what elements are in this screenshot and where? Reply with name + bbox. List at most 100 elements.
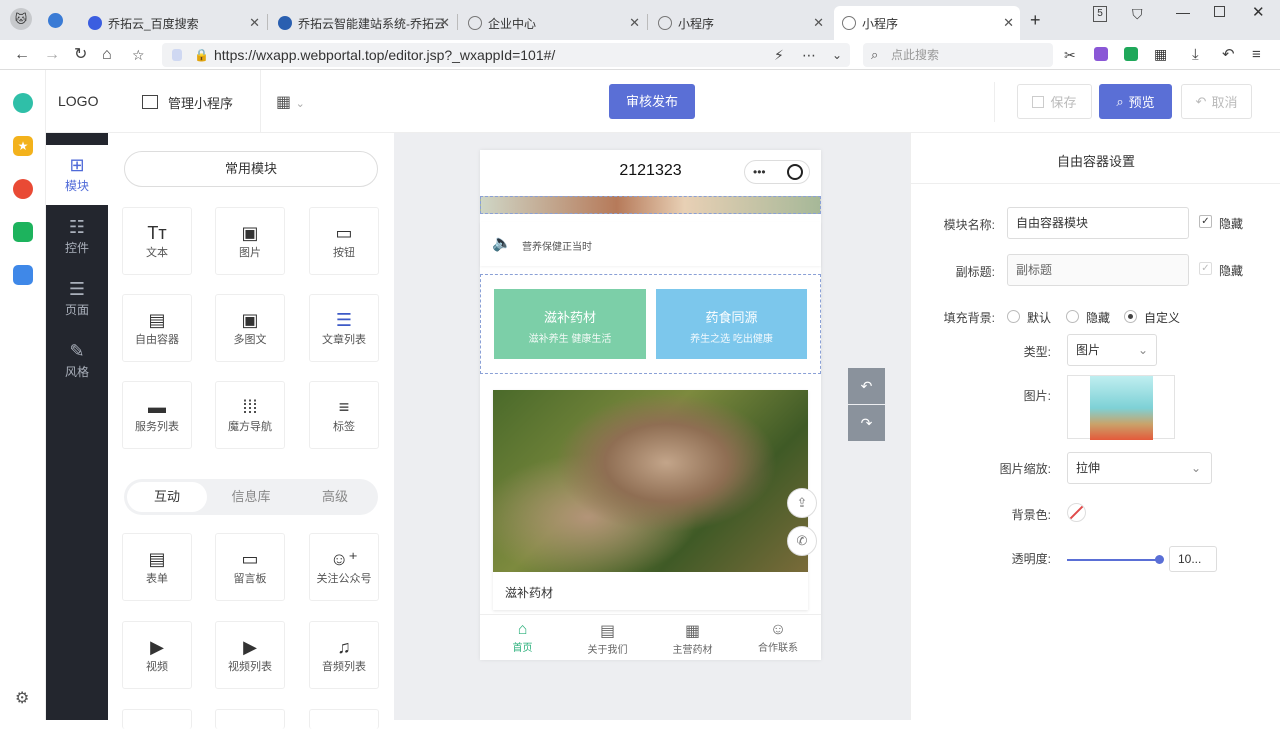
module-multi-image-text[interactable]: ▣ 多图文 xyxy=(215,294,285,362)
module-message-board[interactable]: ▭ 留言板 xyxy=(215,533,285,601)
close-icon[interactable]: ✕ xyxy=(1003,15,1014,31)
tab-info-library[interactable]: 信息库 xyxy=(211,482,291,512)
browser-tab-1[interactable]: 乔拓云_百度搜索 ✕ xyxy=(80,6,266,40)
favorites-icon[interactable]: ☆ xyxy=(132,44,145,66)
cancel-button[interactable]: ↶ 取消 xyxy=(1181,84,1252,119)
category-card-1[interactable]: 滋补药材 滋补养生 健康生活 xyxy=(494,289,646,359)
publish-button[interactable]: 审核发布 xyxy=(609,84,695,119)
undo-button[interactable]: ↶ xyxy=(848,368,885,404)
note-icon[interactable] xyxy=(13,265,33,285)
tab-about[interactable]: ▤ 关于我们 xyxy=(565,621,650,656)
mail-icon[interactable] xyxy=(13,222,33,242)
shirt-icon[interactable]: ⛉ xyxy=(1132,6,1143,23)
back-icon[interactable]: ← xyxy=(14,44,30,66)
module-name-input[interactable]: 自由容器模块 xyxy=(1007,207,1189,239)
module-partial[interactable] xyxy=(309,709,379,729)
module-image[interactable]: ▣ 图片 xyxy=(215,207,285,275)
reload-icon[interactable]: ↻ xyxy=(74,44,87,66)
background-image-picker[interactable] xyxy=(1067,375,1175,440)
free-container-selected[interactable]: 滋补药材 滋补养生 健康生活 药食同源 养生之选 吃出健康 xyxy=(480,274,821,374)
bg-default-radio[interactable] xyxy=(1007,310,1020,323)
close-icon[interactable]: ✕ xyxy=(249,15,260,31)
search-input[interactable]: ⌕ 点此搜索 xyxy=(863,43,1053,67)
bg-custom-radio[interactable] xyxy=(1124,310,1137,323)
browser-tab-5-active[interactable]: 小程序 ✕ xyxy=(834,6,1020,40)
home-icon[interactable]: ⌂ xyxy=(102,44,112,66)
window-count-badge[interactable]: 5 xyxy=(1093,6,1107,22)
bg-hide-radio[interactable] xyxy=(1066,310,1079,323)
close-icon[interactable]: ✕ xyxy=(813,15,824,31)
nav-modules[interactable]: ⊞ 模块 xyxy=(46,145,108,205)
plugin-icon[interactable] xyxy=(13,93,33,113)
module-form[interactable]: ▤ 表单 xyxy=(122,533,192,601)
module-audio-list[interactable]: ♫ 音频列表 xyxy=(309,621,379,689)
browser-tab-2[interactable]: 乔拓云智能建站系统-乔拓云 ✕ xyxy=(270,6,456,40)
new-tab-icon[interactable]: + xyxy=(1030,10,1041,31)
browser-tab-3[interactable]: 企业中心 ✕ xyxy=(460,6,646,40)
module-free-container[interactable]: ▤ 自由容器 xyxy=(122,294,192,362)
type-select[interactable]: 图片 ⌄ xyxy=(1067,334,1157,366)
module-partial[interactable] xyxy=(215,709,285,729)
save-button[interactable]: 保存 xyxy=(1017,84,1092,119)
nav-controls[interactable]: ☷ 控件 xyxy=(46,207,108,267)
module-partial[interactable] xyxy=(122,709,192,729)
tab-products[interactable]: ▦ 主营药材 xyxy=(650,621,735,656)
module-button[interactable]: ▭ 按钮 xyxy=(309,207,379,275)
module-article-list[interactable]: ☰ 文章列表 xyxy=(309,294,379,362)
common-modules-header[interactable]: 常用模块 xyxy=(124,151,378,187)
chevron-down-icon[interactable]: ⌄ xyxy=(832,44,842,66)
hide-name-checkbox[interactable]: ✓ xyxy=(1199,215,1212,228)
phone-call-icon[interactable]: ✆ xyxy=(787,526,817,556)
lightning-icon[interactable]: ⚡ xyxy=(774,44,784,66)
close-icon[interactable]: ✕ xyxy=(629,15,640,31)
tab-advanced[interactable]: 高级 xyxy=(295,482,375,512)
nav-style[interactable]: ✎ 风格 xyxy=(46,331,108,391)
window-close-icon[interactable]: ✕ xyxy=(1252,3,1265,21)
capsule-menu[interactable]: ••• xyxy=(744,160,810,184)
forward-icon[interactable]: → xyxy=(44,44,60,66)
browser-logo-icon[interactable]: 🐱 xyxy=(10,8,32,30)
maximize-icon[interactable] xyxy=(1214,6,1225,17)
nav-pages[interactable]: ☰ 页面 xyxy=(46,269,108,329)
module-video-list[interactable]: ▶ 视频列表 xyxy=(215,621,285,689)
product-card[interactable]: ⇪ ✆ 滋补药材 xyxy=(493,390,817,610)
module-video[interactable]: ▶ 视频 xyxy=(122,621,192,689)
apps-grid-icon[interactable]: ▦ xyxy=(1154,46,1167,63)
tab-home[interactable]: ⌂ 首页 xyxy=(480,621,565,654)
share-icon[interactable]: ⇪ xyxy=(787,488,817,518)
image-scale-select[interactable]: 拉伸 ⌄ xyxy=(1067,452,1212,484)
url-field[interactable]: 🔒 https://wxapp.webportal.top/editor.jsp… xyxy=(162,43,850,67)
download-icon[interactable]: ⤓ xyxy=(1192,44,1199,66)
subtitle-input[interactable]: 副标题 xyxy=(1007,254,1189,286)
menu-icon[interactable]: ≡ xyxy=(1252,44,1261,66)
undo-icon[interactable]: ↶ xyxy=(1222,44,1235,66)
star-icon[interactable]: ★ xyxy=(13,136,33,156)
category-card-2[interactable]: 药食同源 养生之选 吃出健康 xyxy=(656,289,807,359)
pinned-tab-icon[interactable] xyxy=(48,13,63,28)
tab-contact[interactable]: ☺ 合作联系 xyxy=(735,621,821,654)
settings-gear-icon[interactable]: ⚙ xyxy=(15,688,29,708)
hide-subtitle-checkbox[interactable]: ✓ xyxy=(1199,262,1212,275)
module-service-list[interactable]: ▬ 服务列表 xyxy=(122,381,192,449)
module-follow-account[interactable]: ☺⁺ 关注公众号 xyxy=(309,533,379,601)
minimize-icon[interactable]: — xyxy=(1176,4,1190,20)
close-icon[interactable]: ✕ xyxy=(439,15,450,31)
preview-button[interactable]: ⌕ 预览 xyxy=(1099,84,1172,119)
module-cube-nav[interactable]: ⁞⁞⁞ 魔方导航 xyxy=(215,381,285,449)
extension-purple-icon[interactable] xyxy=(1094,47,1108,61)
weibo-icon[interactable] xyxy=(13,179,33,199)
redo-button[interactable]: ↷ xyxy=(848,405,885,441)
scissors-icon[interactable]: ✂ xyxy=(1064,44,1076,66)
tab-interactive[interactable]: 互动 xyxy=(127,482,207,512)
more-icon[interactable]: ⋯ xyxy=(802,44,816,66)
module-tag[interactable]: ≡ 标签 xyxy=(309,381,379,449)
opacity-input[interactable]: 10... xyxy=(1169,546,1217,572)
opacity-slider[interactable] xyxy=(1067,555,1165,564)
extension-green-icon[interactable] xyxy=(1124,47,1138,61)
manage-miniprogram-button[interactable]: 管理小程序 xyxy=(142,92,233,112)
browser-tab-4[interactable]: 小程序 ✕ xyxy=(650,6,830,40)
opacity-slider-handle[interactable] xyxy=(1155,555,1165,564)
color-picker[interactable] xyxy=(1067,503,1086,522)
apps-dropdown[interactable]: ▦ ⌄ xyxy=(276,92,305,112)
module-text[interactable]: Tт 文本 xyxy=(122,207,192,275)
